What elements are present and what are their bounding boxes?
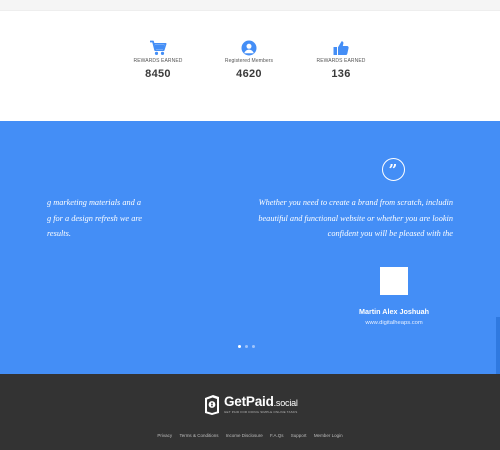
stat-rewards-earned: REWARDS EARNED 8450 [113,40,203,80]
top-strip [0,0,500,11]
carousel-dot-1[interactable] [238,345,241,348]
user-circle-icon [241,40,257,56]
testimonial-line: confident you will be pleased with the [327,229,453,239]
testimonial-line: results. [47,229,71,239]
footer-link-terms[interactable]: Terms & Conditions [179,433,218,438]
current-testimonial-text: Whether you need to create a brand from … [222,195,453,242]
footer-link-income-disclosure[interactable]: Income Disclosure [226,433,263,438]
carousel-dots [238,345,259,351]
book-logo-icon [205,395,219,415]
stat-value: 4620 [236,68,262,80]
testimonial-line: beautiful and functional website or whet… [258,213,453,223]
footer-link-faqs[interactable]: F.A.Qs [270,433,284,438]
carousel-dot-2[interactable] [245,345,248,348]
stat-value: 8450 [145,68,171,80]
logo-tagline: GET PAID FOR DOING SIMPLE ONLINE TASKS [224,410,298,414]
stat-registered-members: Registered Members 4620 [204,40,294,80]
stats-section: REWARDS EARNED 8450 Registered Members 4… [0,12,500,120]
stat-label: Registered Members [224,58,274,64]
stat-label: REWARDS EARNED [133,58,183,64]
author-avatar [380,267,408,295]
author-name: Martin Alex Joshuah [358,307,430,316]
carousel-dot-3[interactable] [252,345,255,348]
author-website: www.digitalheaps.com [365,320,423,326]
cart-icon [150,40,167,55]
footer-link-privacy[interactable]: Privacy [157,433,172,438]
stat-label: REWARDS EARNED [316,58,366,64]
footer-link-member-login[interactable]: Member Login [314,433,343,438]
logo-domain: .social [273,398,298,408]
logo-wordmark: GetPaid.social [224,394,298,409]
testimonial-line: g marketing materials and a [47,198,142,207]
testimonial-line: Whether you need to create a brand from … [258,198,453,207]
footer: GetPaid.social GET PAID FOR DOING SIMPLE… [0,374,500,450]
getpaid-logo[interactable]: GetPaid.social GET PAID FOR DOING SIMPLE… [203,392,299,418]
footer-links: Privacy Terms & Conditions Income Disclo… [0,433,500,438]
footer-link-support[interactable]: Support [291,433,307,438]
stat-rewards-earned-2: REWARDS EARNED 136 [296,40,386,80]
logo-text: GetPaid [224,394,274,409]
testimonial-line: g for a design refresh we are [47,213,142,223]
testimonials-section: ” g marketing materials and a g for a de… [0,121,500,374]
quote-glyph: ” [388,161,398,179]
scroll-tab[interactable] [496,317,500,374]
stat-value: 136 [331,68,351,80]
previous-testimonial-text: g marketing materials and a g for a desi… [47,195,159,242]
thumbs-up-icon [333,41,349,55]
quote-icon: ” [382,158,405,181]
